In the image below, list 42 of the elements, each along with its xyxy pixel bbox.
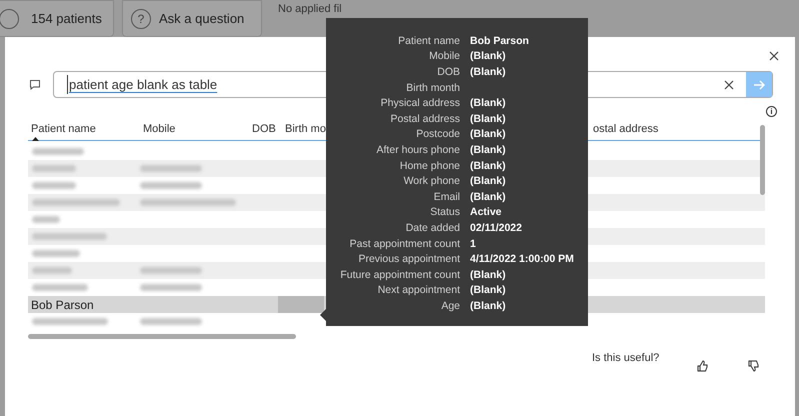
tooltip-value: (Blank) [470,142,506,158]
filters-status: No applied fil [278,3,342,16]
patients-count: 154 patients [31,10,102,28]
tooltip-label: Postcode [415,127,460,142]
tooltip-value: (Blank) [470,64,506,80]
tooltip-value: (Blank) [470,268,506,283]
tooltip-label: Birth month [405,80,460,96]
ask-question-label: Ask a question [159,10,244,28]
tooltip-value: (Blank) [470,190,506,205]
tooltip-value: 1 [470,236,476,252]
tooltip-label: Age [440,298,460,314]
tooltip-label: Patient name [397,34,460,49]
tooltip-label: Previous appointment [357,252,460,268]
tooltip-value: (Blank) [470,158,506,174]
tooltip-label: DOB [436,64,460,80]
tooltip-value: (Blank) [470,112,506,127]
tooltip-label: Status [429,205,460,220]
tooltip-label: Next appointment [376,283,460,298]
tooltip-label: Mobile [428,49,460,64]
tooltip-value: 4/11/2022 1:00:00 PM [470,252,574,268]
tooltip-label: After hours phone [376,142,460,158]
tooltip-label: Home phone [398,158,460,174]
tooltip-label: Work phone [402,174,460,190]
query-text: patient age blank as table [67,74,218,94]
tooltip-label: Postal address [390,112,460,127]
tooltip-value: (Blank) [470,96,506,112]
tooltip-label: Physical address [380,96,460,112]
tooltip-value: (Blank) [470,127,506,142]
tooltip-value: (Blank) [470,49,506,64]
tooltip-label: Date added [404,220,460,236]
table-cell-text: Bob Parson [30,296,95,314]
tooltip-label: Past appointment count [348,236,460,252]
feedback-question: Is this useful? [592,351,660,366]
tooltip-value: Active [470,205,502,220]
tooltip-value: 02/11/2022 [470,220,522,236]
tooltip-value: (Blank) [470,298,506,314]
tooltip-value: (Blank) [470,174,506,190]
tooltip-label: Email [432,190,460,205]
tooltip-value: Bob Parson [470,34,529,49]
tooltip-value: (Blank) [470,283,506,298]
help-icon: ? [131,8,151,28]
tooltip-label: Future appointment count [339,268,460,283]
